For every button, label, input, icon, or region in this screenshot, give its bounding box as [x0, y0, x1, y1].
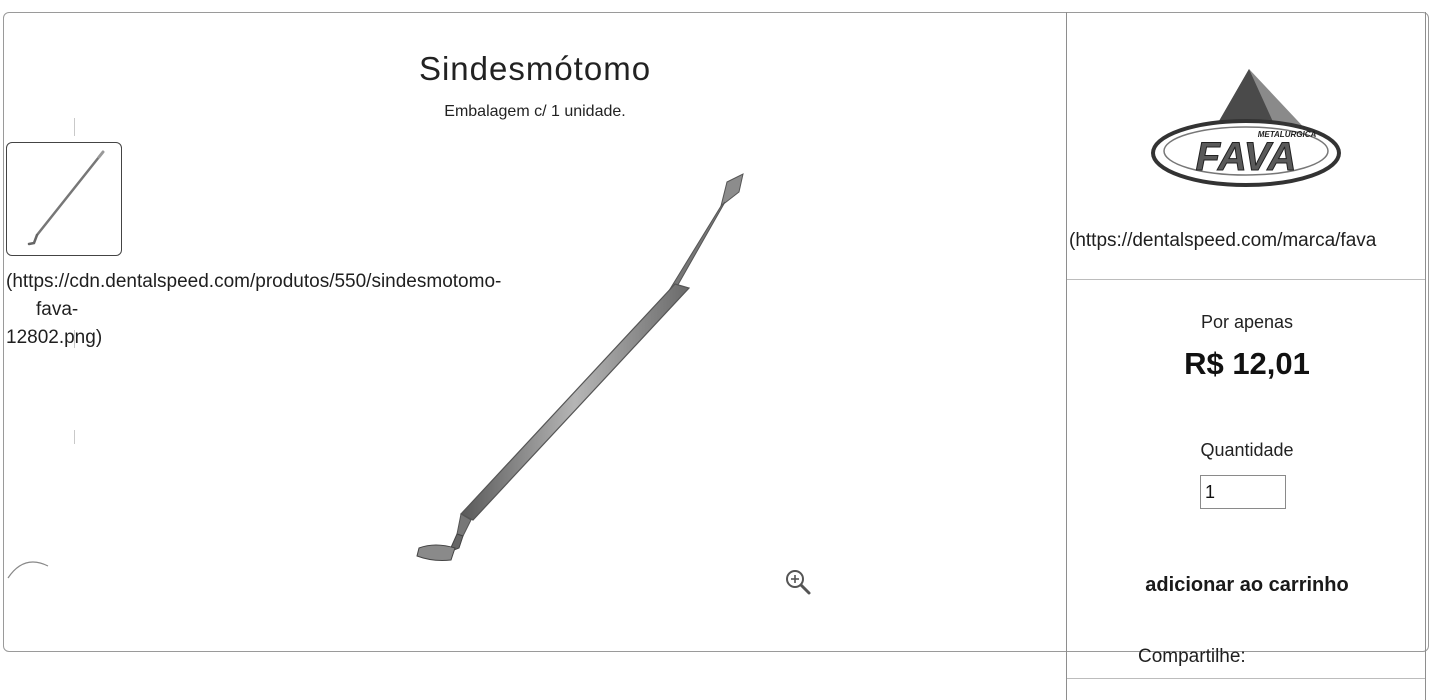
quantity-label: Quantidade — [1200, 440, 1294, 460]
brand-link[interactable]: (https://dentalspeed.com/marca/fava — [1069, 230, 1376, 252]
product-page: Sindesmótomo Embalagem c/ 1 unidade. (ht… — [0, 0, 1437, 700]
quantity-input[interactable] — [1200, 475, 1286, 509]
scan-mark — [74, 330, 75, 348]
brand-logo-text: FAVA — [1196, 135, 1297, 179]
add-to-cart-button[interactable]: adicionar ao carrinho — [1067, 574, 1425, 597]
product-thumbnail[interactable] — [6, 142, 122, 256]
share-label: Compartilhe: — [1138, 646, 1246, 667]
brand-logo[interactable]: METALURGICA FAVA — [1151, 67, 1341, 192]
scan-mark — [74, 430, 75, 444]
divider — [1067, 678, 1425, 679]
scan-mark — [74, 118, 75, 136]
divider — [1067, 279, 1425, 280]
scan-mark — [7, 561, 49, 579]
price-label: Por apenas — [1200, 312, 1294, 332]
instrument-thumbnail-image — [27, 150, 105, 246]
zoom-in-icon[interactable] — [784, 568, 812, 596]
purchase-sidebar: METALURGICA FAVA (https://dentalspeed.co… — [1066, 12, 1426, 700]
product-price: R$ 12,01 — [1184, 346, 1310, 381]
product-main-image — [405, 170, 765, 590]
product-title: Sindesmótomo — [418, 50, 652, 87]
product-subtitle: Embalagem c/ 1 unidade. — [444, 103, 626, 120]
